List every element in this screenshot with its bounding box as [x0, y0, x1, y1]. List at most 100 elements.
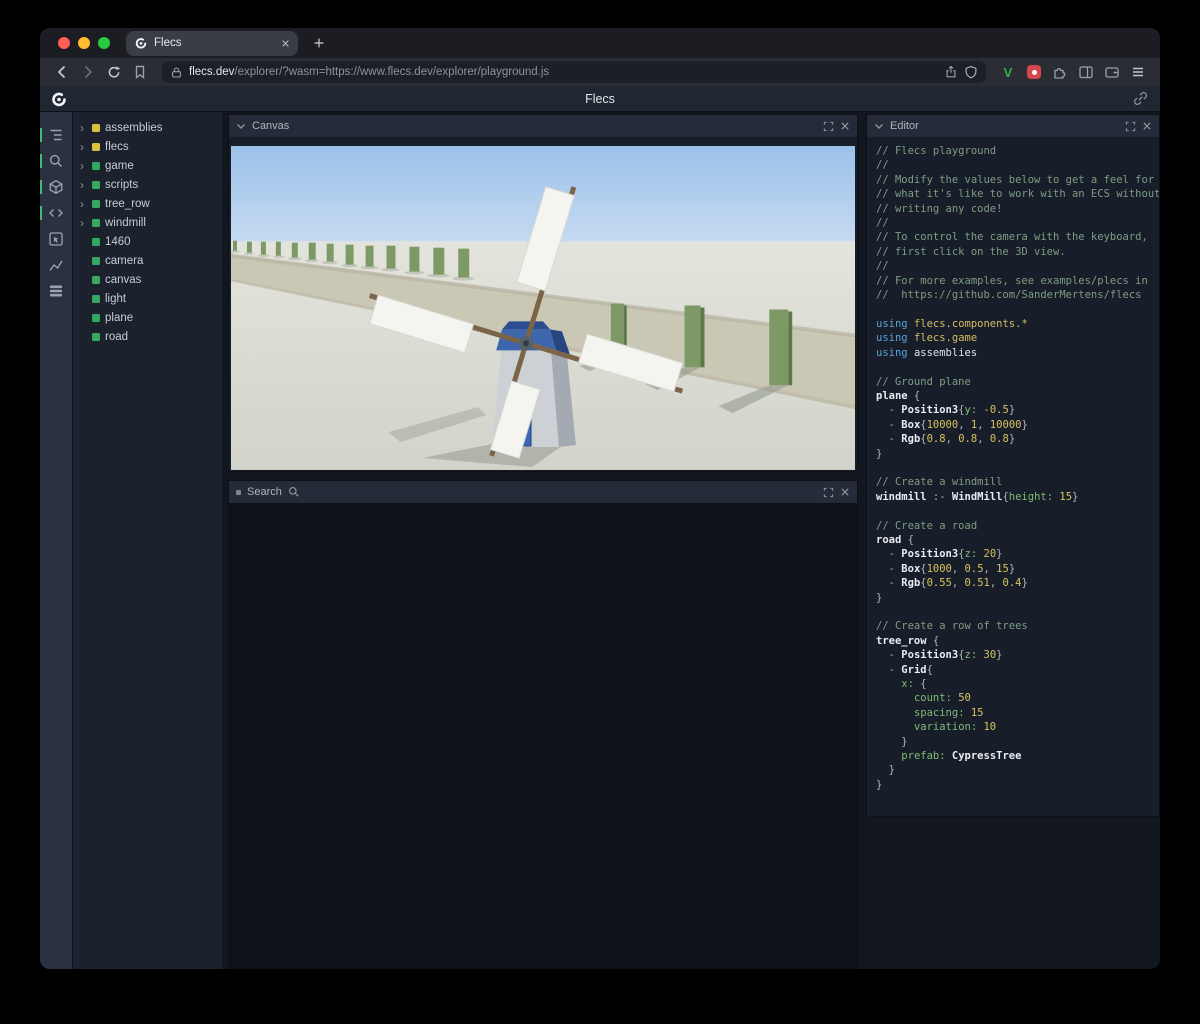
app-header: Flecs	[40, 86, 1160, 112]
tree-item-game[interactable]: › game	[73, 156, 222, 175]
tree-item-label: game	[105, 159, 134, 172]
minimize-window-button[interactable]	[78, 37, 90, 49]
tree-item-label: flecs	[105, 140, 129, 153]
code-tool-icon[interactable]	[40, 200, 72, 226]
navigation-bar: flecs.dev/explorer/?wasm=https://www.fle…	[40, 58, 1160, 86]
expand-arrow-icon[interactable]: ›	[80, 179, 87, 191]
expand-arrow-icon[interactable]: ›	[80, 160, 87, 172]
tree-item-label: plane	[105, 311, 134, 324]
extension-red-icon[interactable]	[1022, 60, 1046, 84]
zoom-window-button[interactable]	[98, 37, 110, 49]
tree-item-scripts[interactable]: › scripts	[73, 175, 222, 194]
entity-square-icon	[92, 332, 100, 341]
entity-tree-panel: › assemblies › flecs › game › scripts › tree_row ›…	[72, 112, 222, 969]
browser-window: Flecs flecs.dev/explorer/?wasm=https://w…	[40, 28, 1160, 969]
chevron-down-icon[interactable]	[874, 122, 884, 131]
code-line: - Grid{	[876, 663, 933, 676]
wallet-icon[interactable]	[1100, 60, 1124, 84]
code-line: // To control the camera with the keyboa…	[876, 231, 1148, 244]
tree-item-label: camera	[105, 254, 144, 267]
expand-arrow-icon[interactable]: ›	[80, 198, 87, 210]
close-panel-icon[interactable]	[840, 121, 850, 131]
tree-item-canvas[interactable]: canvas	[73, 270, 222, 289]
code-line: //	[876, 217, 889, 230]
entity-square-icon	[92, 199, 100, 208]
entity-square-icon	[92, 294, 100, 303]
extensions-puzzle-icon[interactable]	[1048, 60, 1072, 84]
close-panel-icon[interactable]	[840, 487, 850, 497]
entity-square-icon	[92, 237, 100, 246]
center-column: Canvas Search	[228, 114, 858, 969]
inspector-tool-icon[interactable]	[40, 226, 72, 252]
tab-close-icon[interactable]	[281, 39, 290, 48]
tool-strip	[40, 112, 72, 969]
tree-item-flecs[interactable]: › flecs	[73, 137, 222, 156]
code-line: // what it's like to work with an ECS wi…	[876, 188, 1159, 201]
rows-tool-icon[interactable]	[40, 278, 72, 304]
3d-scene[interactable]	[231, 146, 855, 470]
code-line: using flecs.components.*	[876, 317, 1028, 330]
menu-icon[interactable]	[1126, 60, 1150, 84]
bookmark-icon[interactable]	[128, 60, 152, 84]
code-line: // Create a road	[876, 519, 978, 532]
code-line: // For more examples, see examples/plecs…	[876, 274, 1148, 287]
code-line: //	[876, 260, 889, 273]
url-bar[interactable]: flecs.dev/explorer/?wasm=https://www.fle…	[162, 61, 986, 83]
code-line: count: 50	[913, 692, 971, 705]
tree-item-windmill[interactable]: › windmill	[73, 213, 222, 232]
tree-item-camera[interactable]: camera	[73, 251, 222, 270]
expand-arrow-icon[interactable]: ›	[80, 217, 87, 229]
window-controls	[58, 37, 110, 49]
tree-item-plane[interactable]: plane	[73, 308, 222, 327]
code-line: }	[876, 735, 908, 748]
entity-square-icon	[92, 275, 100, 284]
code-line: x: {	[901, 678, 927, 691]
browser-tab[interactable]: Flecs	[126, 30, 298, 56]
expand-panel-icon[interactable]	[823, 121, 834, 132]
code-line: }	[876, 778, 883, 791]
expand-arrow-icon[interactable]: ›	[80, 141, 87, 153]
entity-tree-tool-icon[interactable]	[40, 122, 72, 148]
extension-v-icon[interactable]: V	[996, 60, 1020, 84]
code-line: - Box{1000, 0.5, 15}	[876, 562, 1016, 575]
brave-shield-icon[interactable]	[964, 65, 978, 79]
code-line: }	[876, 591, 883, 604]
assets-cube-tool-icon[interactable]	[40, 174, 72, 200]
app-body: › assemblies › flecs › game › scripts › tree_row ›…	[40, 112, 1160, 969]
tree-item-road[interactable]: road	[73, 327, 222, 346]
entity-square-icon	[92, 180, 100, 189]
expand-arrow-icon[interactable]: ›	[80, 122, 87, 134]
code-line: plane {	[876, 389, 921, 402]
expand-panel-icon[interactable]	[1125, 121, 1136, 132]
new-tab-button[interactable]	[306, 30, 332, 56]
expand-panel-icon[interactable]	[823, 487, 834, 498]
code-line: // Create a windmill	[876, 476, 1003, 489]
code-line: variation: 10	[913, 721, 997, 734]
tree-item-tree_row[interactable]: › tree_row	[73, 194, 222, 213]
share-link-icon[interactable]	[1133, 91, 1148, 106]
code-line: windmill :- WindMill{height: 15}	[876, 490, 1079, 503]
tree-item-label: windmill	[105, 216, 146, 229]
editor-code[interactable]: // Flecs playground//// Modify the value…	[867, 137, 1159, 816]
tree-item-label: 1460	[105, 235, 131, 248]
reload-button[interactable]	[102, 60, 126, 84]
close-window-button[interactable]	[58, 37, 70, 49]
back-button[interactable]	[50, 60, 74, 84]
search-results-area	[229, 503, 857, 968]
chevron-down-icon[interactable]	[236, 122, 246, 131]
tree-item-1460[interactable]: 1460	[73, 232, 222, 251]
close-panel-icon[interactable]	[1142, 121, 1152, 131]
screen: Flecs flecs.dev/explorer/?wasm=https://w…	[0, 0, 1200, 1024]
editor-panel-header: Editor	[867, 115, 1159, 137]
forward-button[interactable]	[76, 60, 100, 84]
tree-item-light[interactable]: light	[73, 289, 222, 308]
page-title: Flecs	[585, 91, 615, 106]
sidebar-toggle-icon[interactable]	[1074, 60, 1098, 84]
canvas-panel-header: Canvas	[229, 115, 857, 137]
search-tool-icon[interactable]	[40, 148, 72, 174]
stats-chart-tool-icon[interactable]	[40, 252, 72, 278]
tree-item-assemblies[interactable]: › assemblies	[73, 118, 222, 137]
search-panel-title: Search	[247, 486, 282, 498]
share-icon[interactable]	[944, 65, 958, 79]
